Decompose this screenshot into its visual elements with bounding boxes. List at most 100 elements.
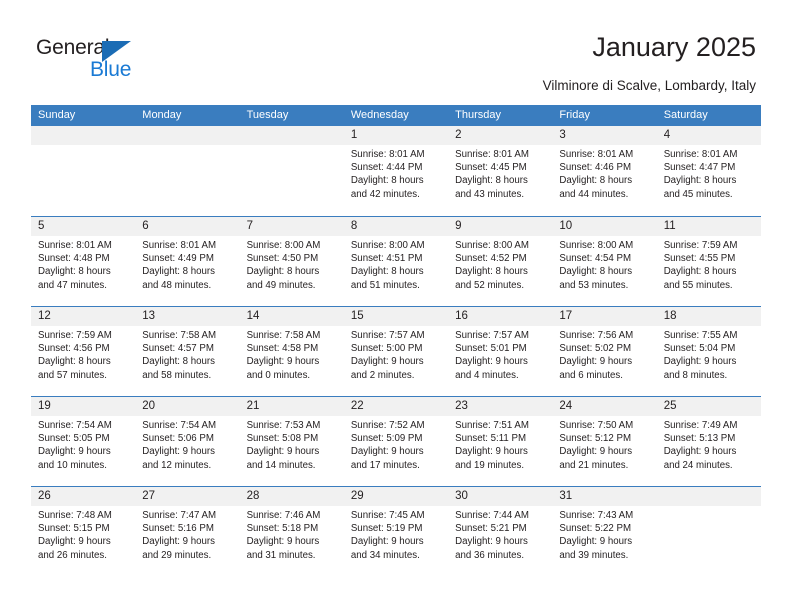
calendar-day-cell[interactable]: 17 Sunrise: 7:56 AM Sunset: 5:02 PM Dayligh…	[552, 307, 657, 396]
sunset-text: Sunset: 5:22 PM	[559, 523, 632, 535]
day-number-bar: 7	[239, 217, 344, 236]
calendar-day-cell[interactable]: 24 Sunrise: 7:50 AM Sunset: 5:12 PM Dayligh…	[552, 397, 657, 486]
calendar-day-cell[interactable]: 6 Sunrise: 8:01 AM Sunset: 4:49 PM Daylight…	[135, 217, 240, 306]
day-number-bar: 8	[343, 217, 449, 236]
daylight-text-line2: and 2 minutes.	[350, 369, 415, 381]
logo-text-blue: Blue	[90, 58, 132, 81]
calendar-day-cell[interactable]: 14 Sunrise: 7:58 AM Sunset: 4:58 PM Dayligh…	[239, 307, 344, 396]
calendar-day-cell[interactable]: 29 Sunrise: 7:45 AM Sunset: 5:19 PM Dayligh…	[343, 487, 449, 576]
sunrise-text: Sunrise: 8:01 AM	[142, 240, 217, 251]
calendar-day-cell[interactable]: 2 Sunrise: 8:01 AM Sunset: 4:45 PM Daylight…	[448, 126, 553, 216]
day-number-bar	[656, 487, 761, 506]
weekday-header-thursday: Thursday	[455, 109, 501, 121]
day-number: 5	[38, 220, 45, 232]
day-number-bar: 17	[552, 307, 657, 326]
calendar-day-cell[interactable]: 3 Sunrise: 8:01 AM Sunset: 4:46 PM Daylight…	[552, 126, 657, 216]
day-sun-info: Sunrise: 7:45 AM Sunset: 5:19 PM Daylight:…	[344, 506, 448, 562]
weekday-header-row: Sunday Monday Tuesday Wednesday Thursday Frid…	[31, 105, 761, 126]
sunset-text: Sunset: 4:52 PM	[455, 253, 527, 265]
daylight-text-line1: Daylight: 9 hours	[559, 446, 633, 458]
day-number-bar: 29	[343, 487, 449, 506]
calendar-day-cell[interactable]: 26 Sunrise: 7:48 AM Sunset: 5:15 PM Dayligh…	[31, 487, 136, 576]
page-header: General Blue January 2025 Vilminore di S…	[0, 0, 792, 100]
daylight-text-line2: and 44 minutes.	[559, 188, 629, 200]
daylight-text-line2: and 42 minutes.	[350, 188, 420, 200]
daylight-text-line1: Daylight: 9 hours	[455, 446, 528, 458]
daylight-text-line1: Daylight: 9 hours	[350, 356, 424, 368]
day-number-bar: 23	[448, 397, 553, 416]
calendar-day-cell[interactable]: 19 Sunrise: 7:54 AM Sunset: 5:05 PM Dayligh…	[31, 397, 136, 486]
daylight-text-line2: and 57 minutes.	[38, 369, 107, 381]
daylight-text-line2: and 0 minutes.	[246, 369, 311, 381]
daylight-text-line1: Daylight: 8 hours	[246, 266, 320, 278]
sunrise-text: Sunrise: 7:51 AM	[455, 420, 529, 431]
page-title: January 2025	[592, 32, 756, 62]
day-number: 16	[455, 310, 468, 322]
day-number-bar: 26	[31, 487, 136, 506]
day-number: 26	[38, 490, 51, 502]
daylight-text-line1: Daylight: 9 hours	[142, 536, 215, 548]
calendar-day-cell[interactable]: 20 Sunrise: 7:54 AM Sunset: 5:06 PM Dayligh…	[135, 397, 240, 486]
sunset-text: Sunset: 5:01 PM	[455, 343, 527, 355]
day-number-bar	[31, 126, 136, 145]
day-sun-info: Sunrise: 8:01 AM Sunset: 4:44 PM Daylight:…	[344, 145, 448, 201]
day-sun-info: Sunrise: 8:01 AM Sunset: 4:49 PM Daylight:…	[135, 236, 239, 292]
calendar-day-cell[interactable]: 4 Sunrise: 8:01 AM Sunset: 4:47 PM Daylight…	[656, 126, 761, 216]
sunrise-text: Sunrise: 7:57 AM	[350, 330, 425, 341]
calendar-day-cell[interactable]: 8 Sunrise: 8:00 AM Sunset: 4:51 PM Daylight…	[343, 217, 449, 306]
daylight-text-line2: and 39 minutes.	[559, 549, 629, 561]
daylight-text-line1: Daylight: 9 hours	[455, 536, 528, 548]
day-number: 15	[350, 310, 364, 322]
sunset-text: Sunset: 5:21 PM	[455, 523, 527, 535]
day-sun-info: Sunrise: 7:53 AM Sunset: 5:08 PM Daylight:…	[240, 416, 344, 472]
calendar-day-cell[interactable]: 5 Sunrise: 8:01 AM Sunset: 4:48 PM Daylight…	[31, 217, 136, 306]
calendar-day-cell[interactable]: 31 Sunrise: 7:43 AM Sunset: 5:22 PM Dayligh…	[552, 487, 657, 576]
daylight-text-line1: Daylight: 9 hours	[38, 446, 111, 458]
daylight-text-line1: Daylight: 8 hours	[455, 175, 528, 187]
calendar-day-cell[interactable]: 30 Sunrise: 7:44 AM Sunset: 5:21 PM Dayligh…	[448, 487, 553, 576]
day-sun-info: Sunrise: 7:58 AM Sunset: 4:58 PM Daylight:…	[240, 326, 344, 382]
day-number: 20	[142, 400, 156, 412]
daylight-text-line1: Daylight: 8 hours	[559, 175, 633, 187]
generalblue-logo[interactable]: General Blue	[36, 36, 166, 82]
calendar-day-cell[interactable]: 9 Sunrise: 8:00 AM Sunset: 4:52 PM Daylight…	[448, 217, 553, 306]
calendar-day-cell-empty	[135, 126, 240, 216]
calendar-day-cell[interactable]: 28 Sunrise: 7:46 AM Sunset: 5:18 PM Dayligh…	[239, 487, 344, 576]
calendar-day-cell[interactable]: 15 Sunrise: 7:57 AM Sunset: 5:00 PM Dayligh…	[343, 307, 449, 396]
sunset-text: Sunset: 4:58 PM	[246, 343, 319, 355]
daylight-text-line2: and 58 minutes.	[142, 369, 212, 381]
calendar-day-cell[interactable]: 21 Sunrise: 7:53 AM Sunset: 5:08 PM Dayligh…	[239, 397, 344, 486]
sunrise-text: Sunrise: 7:59 AM	[38, 330, 112, 341]
daylight-text-line2: and 43 minutes.	[455, 188, 525, 200]
calendar-day-cell[interactable]: 12 Sunrise: 7:59 AM Sunset: 4:56 PM Dayligh…	[31, 307, 136, 396]
day-number-bar: 1	[343, 126, 449, 145]
calendar-day-cell[interactable]: 1 Sunrise: 8:01 AM Sunset: 4:44 PM Daylight…	[343, 126, 449, 216]
calendar-day-cell[interactable]: 11 Sunrise: 7:59 AM Sunset: 4:55 PM Dayligh…	[656, 217, 761, 306]
day-number-bar: 14	[239, 307, 344, 326]
calendar-day-cell[interactable]: 27 Sunrise: 7:47 AM Sunset: 5:16 PM Dayligh…	[135, 487, 240, 576]
calendar-day-cell[interactable]: 7 Sunrise: 8:00 AM Sunset: 4:50 PM Daylight…	[239, 217, 344, 306]
daylight-text-line1: Daylight: 8 hours	[142, 266, 215, 278]
calendar-day-cell[interactable]: 18 Sunrise: 7:55 AM Sunset: 5:04 PM Dayligh…	[656, 307, 761, 396]
calendar-day-cell[interactable]: 13 Sunrise: 7:58 AM Sunset: 4:57 PM Dayligh…	[135, 307, 240, 396]
calendar-day-cell[interactable]: 10 Sunrise: 8:00 AM Sunset: 4:54 PM Dayligh…	[552, 217, 657, 306]
calendar-day-cell[interactable]: 16 Sunrise: 7:57 AM Sunset: 5:01 PM Dayligh…	[448, 307, 553, 396]
day-sun-info: Sunrise: 7:57 AM Sunset: 5:01 PM Daylight:…	[448, 326, 552, 382]
daylight-text-line2: and 14 minutes.	[246, 459, 316, 471]
day-sun-info: Sunrise: 7:57 AM Sunset: 5:00 PM Daylight:…	[344, 326, 448, 382]
daylight-text-line2: and 48 minutes.	[142, 279, 212, 291]
day-sun-info: Sunrise: 7:43 AM Sunset: 5:22 PM Daylight:…	[552, 506, 656, 562]
daylight-text-line1: Daylight: 9 hours	[559, 356, 633, 368]
daylight-text-line1: Daylight: 8 hours	[350, 266, 424, 278]
weekday-header-wednesday: Wednesday	[350, 109, 409, 121]
day-sun-info: Sunrise: 7:56 AM Sunset: 5:02 PM Daylight:…	[552, 326, 656, 382]
calendar-day-cell[interactable]: 22 Sunrise: 7:52 AM Sunset: 5:09 PM Dayligh…	[343, 397, 449, 486]
calendar-day-cell[interactable]: 23 Sunrise: 7:51 AM Sunset: 5:11 PM Dayligh…	[448, 397, 553, 486]
calendar-day-cell[interactable]: 25 Sunrise: 7:49 AM Sunset: 5:13 PM Dayligh…	[656, 397, 761, 486]
day-number-bar: 25	[656, 397, 761, 416]
daylight-text-line2: and 8 minutes.	[663, 369, 728, 381]
daylight-text-line2: and 34 minutes.	[350, 549, 420, 561]
daylight-text-line1: Daylight: 8 hours	[142, 356, 215, 368]
day-number: 1	[350, 129, 358, 141]
day-sun-info: Sunrise: 7:54 AM Sunset: 5:06 PM Daylight:…	[135, 416, 239, 472]
